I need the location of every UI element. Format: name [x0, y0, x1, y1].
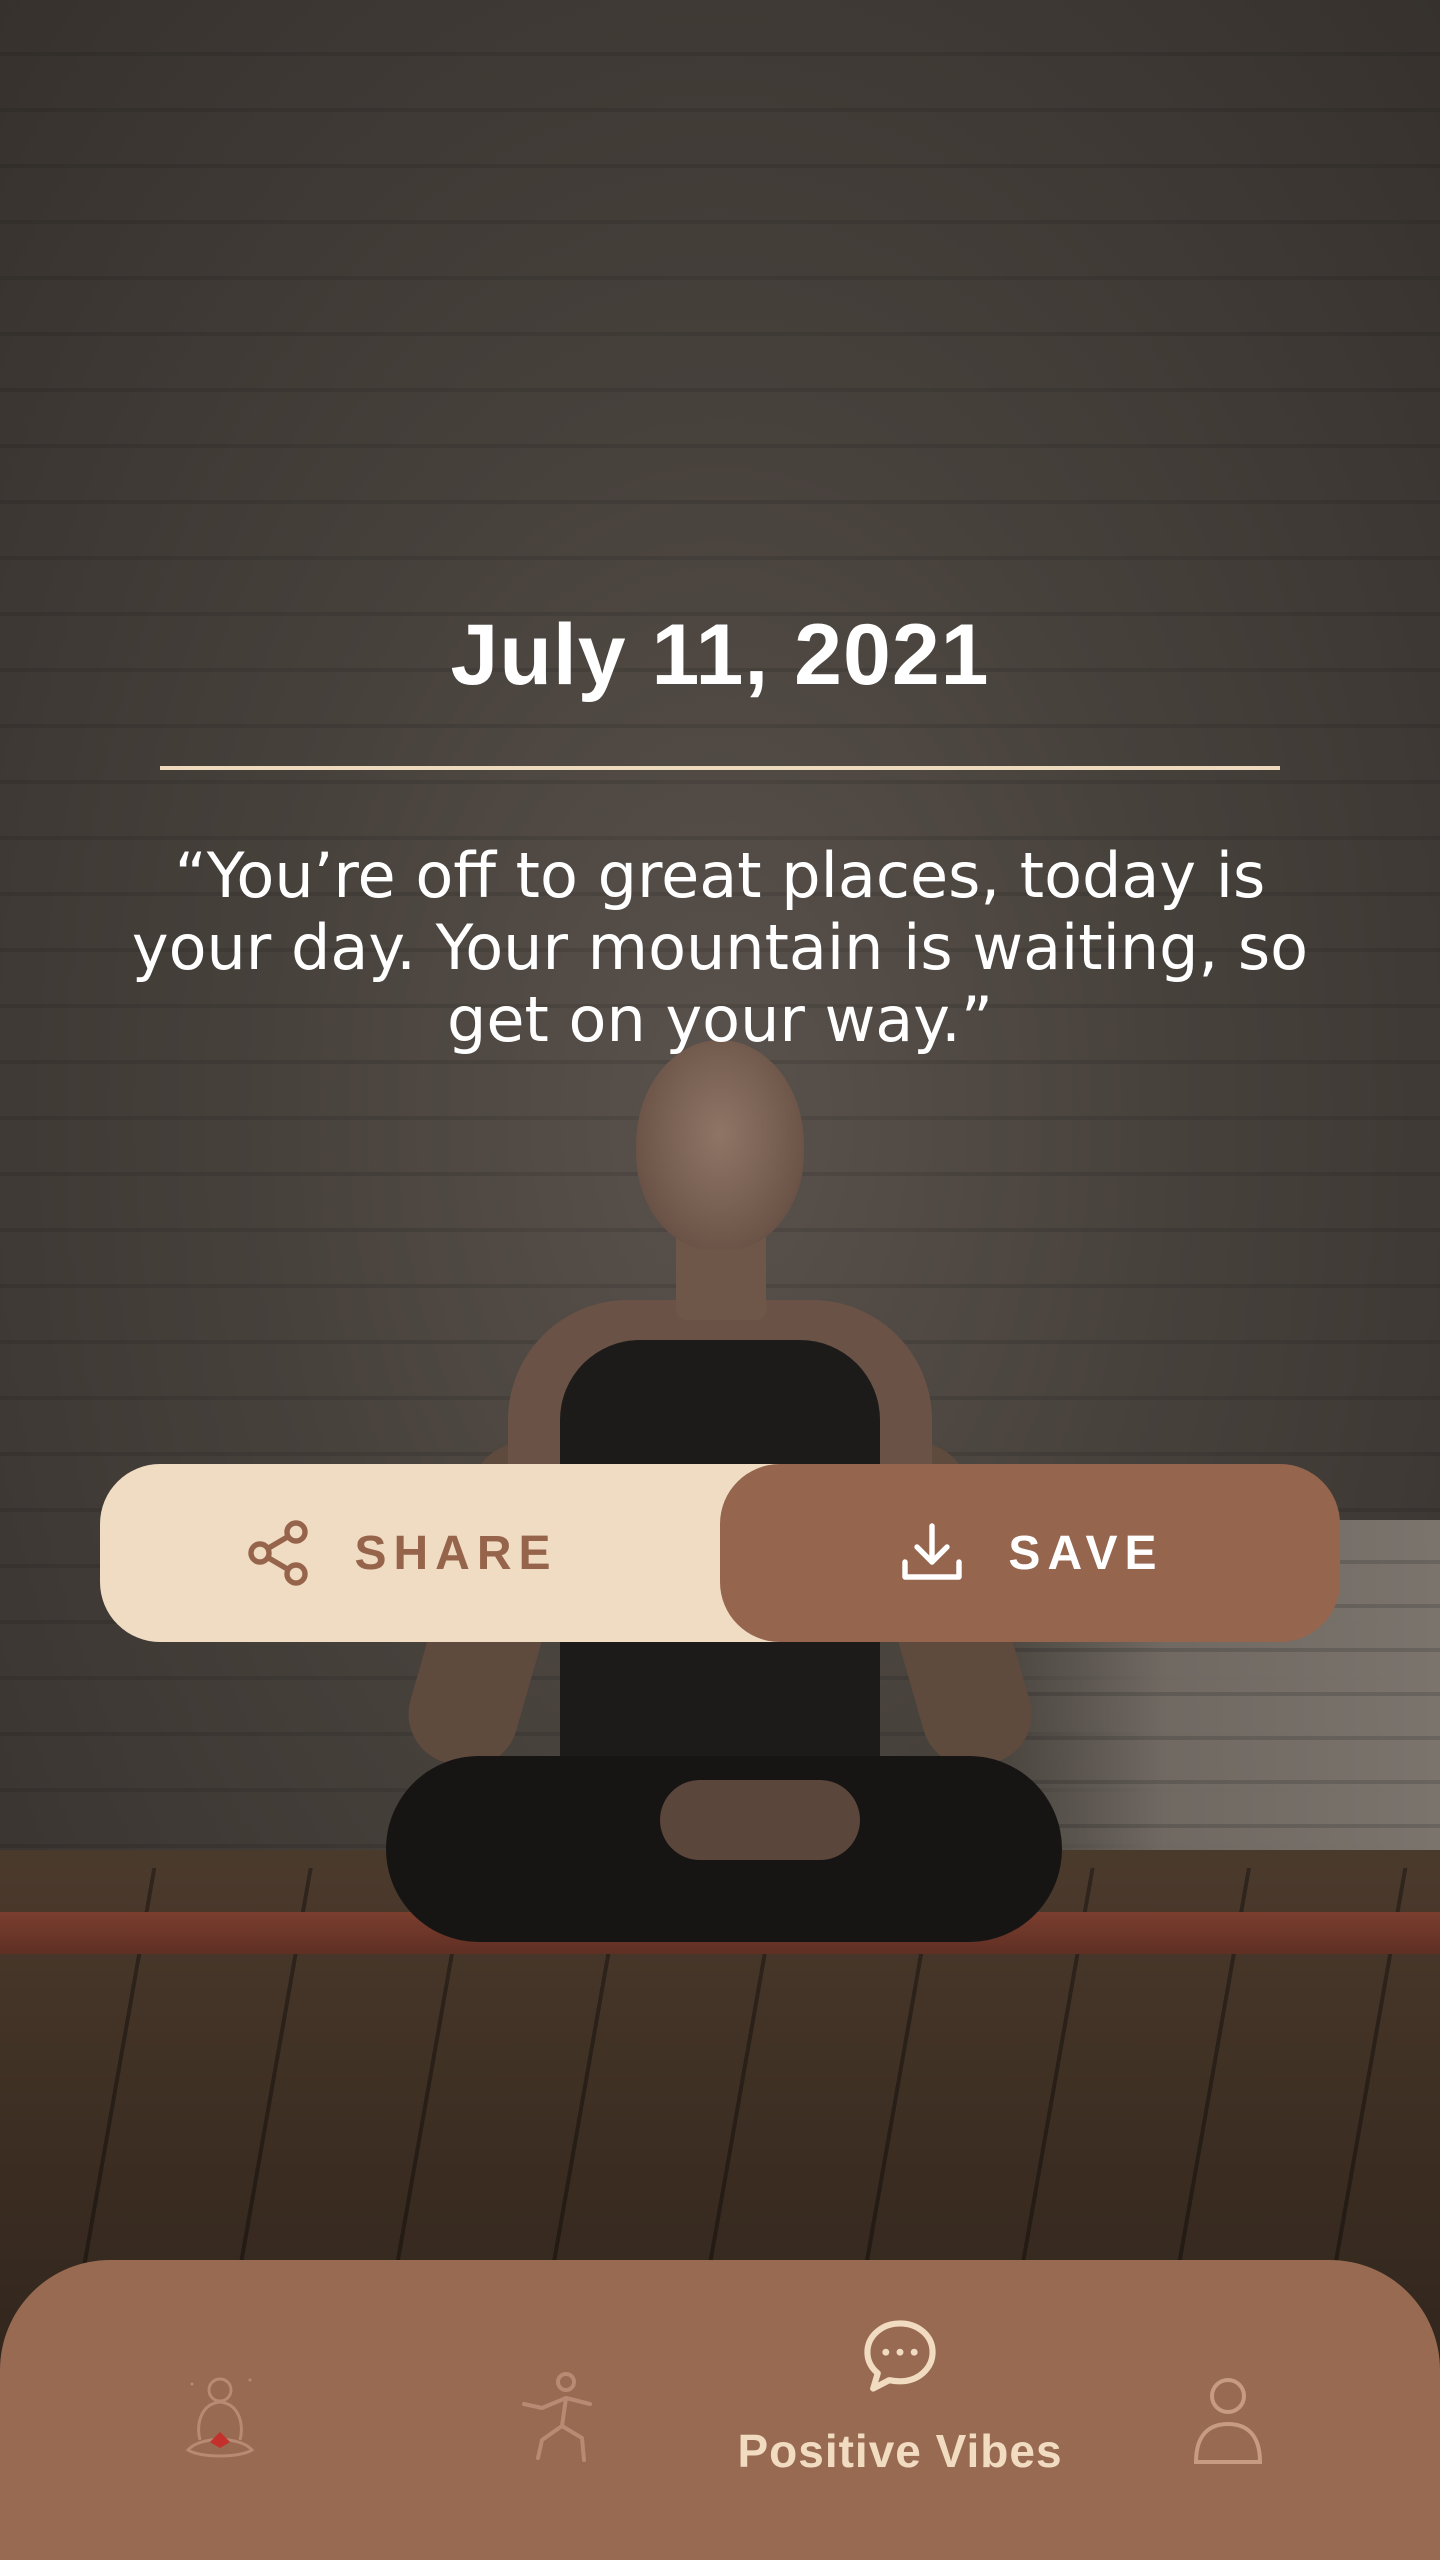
person-icon — [1178, 2368, 1278, 2472]
nav-item-home[interactable] — [170, 2368, 270, 2472]
nav-item-yoga[interactable] — [512, 2368, 612, 2472]
nav-item-positive-vibes[interactable]: Positive Vibes — [700, 2310, 1100, 2478]
chat-bubble-icon — [854, 2310, 946, 2406]
nav-label-positive-vibes: Positive Vibes — [737, 2425, 1063, 2477]
share-icon — [242, 1517, 314, 1589]
save-button[interactable]: SAVE — [720, 1464, 1340, 1642]
yoga-pose-icon — [512, 2368, 612, 2472]
share-label: SHARE — [354, 1526, 558, 1580]
divider — [160, 766, 1280, 770]
date-title: July 11, 2021 — [450, 607, 990, 703]
background-photo — [0, 0, 1440, 2560]
meditation-logo-icon — [170, 2368, 270, 2472]
figure-feet — [660, 1780, 860, 1860]
save-label: SAVE — [1008, 1526, 1164, 1580]
bottom-navigation: Positive Vibes — [0, 2260, 1440, 2560]
figure-head — [636, 1040, 804, 1250]
nav-item-profile[interactable] — [1178, 2368, 1278, 2472]
share-button[interactable]: SHARE — [100, 1464, 820, 1642]
quote-text: “You’re off to great places, today is yo… — [131, 839, 1309, 1056]
quote-screen: July 11, 2021 “You’re off to great place… — [0, 0, 1440, 2560]
download-icon — [896, 1517, 968, 1589]
